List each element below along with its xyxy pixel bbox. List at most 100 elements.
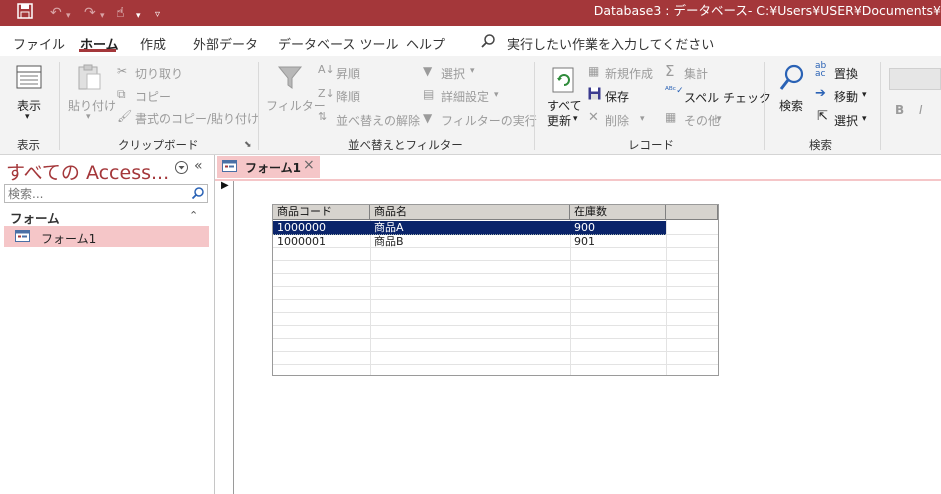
tab-help[interactable]: ヘルプ	[406, 34, 445, 53]
sort-ascending-icon[interactable]: A↓	[318, 63, 335, 76]
new-record-button[interactable]: 新規作成	[605, 65, 653, 82]
refresh-all-icon[interactable]	[551, 66, 577, 97]
cut-button[interactable]: 切り取り	[135, 65, 183, 82]
document-tab-label: フォーム1	[245, 161, 301, 175]
table-cell[interactable]: 900	[570, 221, 666, 234]
document-tab-form1[interactable]: フォーム1 ×	[217, 156, 320, 178]
paste-icon[interactable]	[75, 63, 103, 94]
column-header-stock[interactable]: 在庫数	[570, 205, 666, 220]
format-painter-button[interactable]: 書式のコピー/貼り付け	[135, 110, 259, 127]
grid-row-line	[273, 351, 718, 352]
touch-mode-icon[interactable]: ☝	[116, 3, 125, 23]
advanced-filter-button[interactable]: 詳細設定	[441, 88, 489, 105]
redo-icon[interactable]: ↷	[84, 3, 96, 23]
close-icon[interactable]: ×	[303, 157, 315, 173]
cut-icon[interactable]: ✂	[117, 64, 127, 78]
copy-button[interactable]: コピー	[135, 88, 171, 105]
column-header-code[interactable]: 商品コード	[273, 205, 370, 220]
select-cursor-icon[interactable]: ⇱	[817, 109, 828, 124]
find-button[interactable]: 検索	[779, 97, 803, 114]
refresh-all-button-line2[interactable]: 更新	[547, 112, 571, 129]
grid-row-line	[273, 273, 718, 274]
copy-icon[interactable]: ⧉	[117, 87, 126, 102]
record-selector-bar[interactable]: ▶	[215, 180, 234, 494]
format-painter-icon[interactable]: 🖌	[117, 109, 132, 123]
more-dropdown-icon[interactable]: ▾	[717, 114, 722, 124]
search-icon[interactable]	[191, 186, 205, 203]
select-dropdown-icon[interactable]: ▾	[862, 114, 867, 124]
find-icon[interactable]	[778, 63, 806, 96]
delete-icon[interactable]: ✕	[588, 110, 599, 125]
nav-menu-dropdown-icon[interactable]	[174, 160, 189, 178]
nav-search-input[interactable]	[5, 185, 188, 202]
sort-ascending-button[interactable]: 昇順	[336, 65, 360, 82]
paste-dropdown-icon[interactable]: ▾	[86, 112, 91, 122]
filter-icon[interactable]	[276, 63, 304, 94]
replace-button[interactable]: 置換	[834, 65, 858, 82]
table-cell[interactable]: 1000001	[273, 235, 370, 248]
grid-row-line	[273, 299, 718, 300]
save-icon[interactable]	[17, 3, 33, 25]
toggle-filter-button[interactable]: フィルターの実行	[441, 112, 537, 129]
nav-pane-title[interactable]: すべての Access...	[6, 158, 169, 185]
spelling-icon[interactable]: ᴬᴮᶜ✓	[665, 86, 684, 96]
delete-dropdown-icon[interactable]: ▾	[640, 114, 645, 124]
bold-button[interactable]: B	[895, 103, 904, 117]
undo-dropdown-icon[interactable]: ▾	[66, 6, 71, 26]
remove-sort-icon[interactable]: ⇅	[318, 110, 327, 123]
font-name-combobox[interactable]	[889, 68, 941, 90]
goto-dropdown-icon[interactable]: ▾	[862, 90, 867, 100]
tab-external-data[interactable]: 外部データ	[193, 34, 258, 53]
spelling-button[interactable]: スペル チェック	[684, 89, 771, 106]
italic-button[interactable]: I	[919, 103, 923, 117]
table-cell[interactable]: 商品B	[370, 235, 570, 248]
undo-icon[interactable]: ↶	[50, 3, 62, 23]
customize-quick-access-icon[interactable]: ▿	[155, 5, 160, 25]
search-icon[interactable]	[480, 33, 496, 52]
nav-item-form1[interactable]: フォーム1	[4, 226, 209, 247]
tab-create[interactable]: 作成	[140, 34, 166, 53]
save-record-icon[interactable]	[588, 87, 601, 103]
selection-filter-icon[interactable]: ▼	[423, 64, 432, 78]
table-cell[interactable]: 1000000	[273, 221, 370, 234]
tab-database-tools[interactable]: データベース ツール	[278, 34, 398, 53]
sort-descending-icon[interactable]: Z↓	[318, 87, 335, 100]
touch-dropdown-icon[interactable]: ▾	[136, 6, 141, 26]
select-button[interactable]: 選択	[834, 112, 858, 129]
save-record-button[interactable]: 保存	[605, 88, 629, 105]
collapse-nav-icon[interactable]: «	[194, 158, 203, 174]
advanced-filter-icon[interactable]: ▤	[423, 87, 434, 101]
title-bar: ↶ ▾ ↷ ▾ ☝ ▾ ▿ Database3 : データベース- C:¥Use…	[0, 0, 941, 26]
tell-me-input[interactable]: 実行したい作業を入力してください	[507, 34, 714, 53]
grid-row-line	[273, 260, 718, 261]
dialog-launcher-icon[interactable]: ⬊	[244, 140, 252, 150]
selection-filter-button[interactable]: 選択	[441, 65, 465, 82]
more-icon[interactable]: ▦	[665, 110, 676, 124]
remove-sort-button[interactable]: 並べ替えの解除	[336, 112, 420, 129]
paste-button[interactable]: 貼り付け	[68, 97, 116, 114]
table-cell[interactable]: 商品A	[370, 221, 570, 234]
table-cell[interactable]: 901	[570, 235, 666, 248]
toggle-filter-icon[interactable]: ▼	[423, 111, 432, 125]
goto-button[interactable]: 移動	[834, 88, 858, 105]
redo-dropdown-icon[interactable]: ▾	[100, 6, 105, 26]
advanced-dropdown-icon[interactable]: ▾	[494, 90, 499, 100]
totals-button[interactable]: 集計	[684, 65, 708, 82]
replace-icon[interactable]: ab ac	[815, 62, 826, 79]
collapse-group-icon[interactable]: ⌃	[189, 209, 198, 222]
group-label-find: 検索	[809, 138, 832, 152]
column-header-name[interactable]: 商品名	[370, 205, 570, 220]
goto-icon[interactable]: ➔	[815, 86, 826, 101]
delete-button[interactable]: 削除	[605, 112, 629, 129]
filter-button[interactable]: フィルター	[266, 97, 326, 114]
view-icon[interactable]	[15, 63, 43, 94]
view-dropdown-icon[interactable]: ▾	[25, 112, 30, 122]
totals-icon[interactable]: Σ	[665, 62, 674, 80]
more-button[interactable]: その他	[684, 112, 720, 129]
new-record-icon[interactable]: ▦	[588, 64, 599, 78]
selection-dropdown-icon[interactable]: ▾	[470, 66, 475, 76]
tab-file[interactable]: ファイル	[13, 34, 65, 53]
refresh-dropdown-icon[interactable]: ▾	[573, 114, 578, 124]
sort-descending-button[interactable]: 降順	[336, 88, 360, 105]
nav-group-header[interactable]: フォーム	[10, 208, 60, 227]
